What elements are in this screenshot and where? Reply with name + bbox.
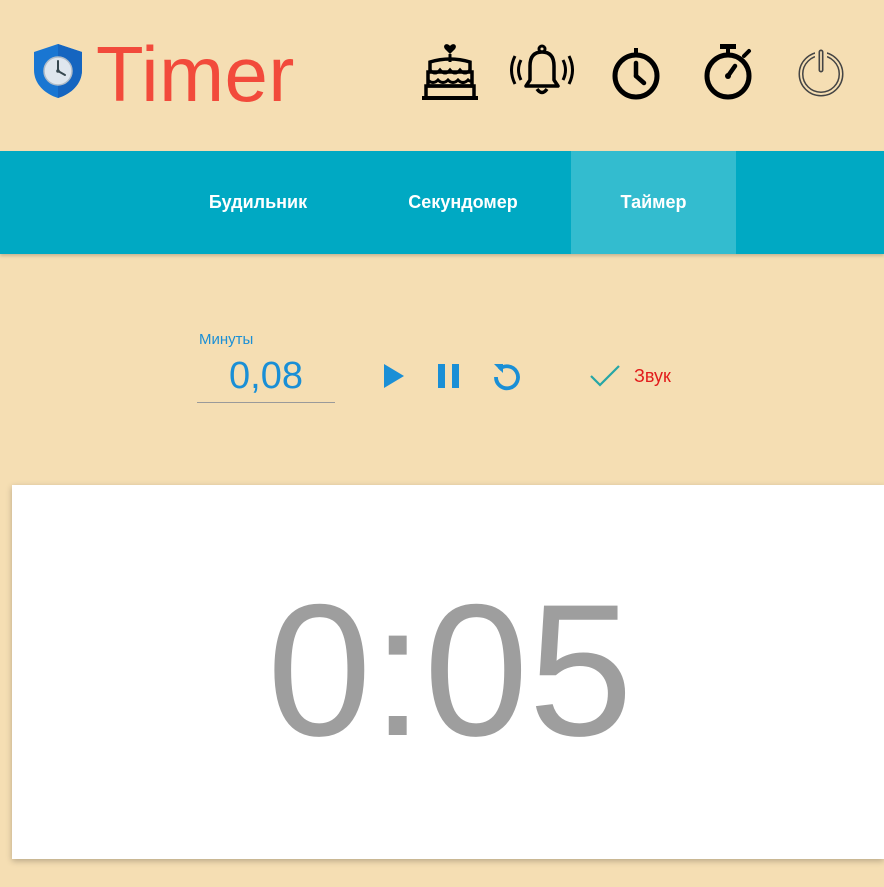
timer-display-card: 0:05: [12, 485, 884, 859]
shield-clock-icon: [34, 44, 82, 98]
reset-icon[interactable]: [487, 356, 527, 396]
app-title: Timer: [96, 30, 295, 118]
birthday-cake-icon[interactable]: [418, 40, 482, 104]
play-icon[interactable]: [373, 356, 413, 396]
tab-alarm[interactable]: Будильник: [176, 151, 340, 254]
sound-label[interactable]: Звук: [634, 366, 671, 387]
timer-display: 0:05: [267, 565, 633, 775]
tab-timer[interactable]: Таймер: [571, 151, 736, 254]
header: Timer: [0, 0, 884, 151]
page: Timer Будильник Секундомер Таймер Минуты…: [0, 0, 884, 887]
pause-icon[interactable]: [429, 356, 469, 396]
power-icon[interactable]: [789, 40, 853, 104]
minutes-label: Минуты: [199, 331, 254, 348]
stopwatch-icon[interactable]: [696, 40, 760, 104]
minutes-input[interactable]: [197, 350, 335, 403]
ringing-bell-icon[interactable]: [510, 40, 574, 104]
clock-icon[interactable]: [604, 40, 668, 104]
nav-bar: Будильник Секундомер Таймер: [0, 151, 884, 254]
sound-checkbox-check-icon[interactable]: [588, 362, 622, 390]
tab-stopwatch[interactable]: Секундомер: [378, 151, 548, 254]
